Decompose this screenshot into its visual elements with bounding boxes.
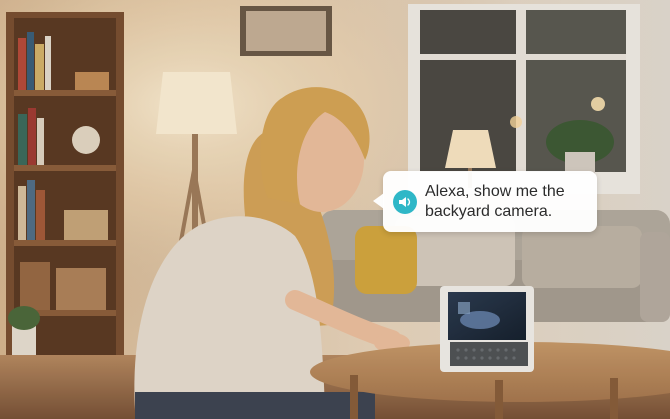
photo-scene: Alexa, show me the backyard camera. [0,0,670,419]
speaker-icon [393,189,417,214]
voice-command-bubble: Alexa, show me the backyard camera. [373,171,597,232]
voice-command-text: Alexa, show me the backyard camera. [425,182,565,220]
